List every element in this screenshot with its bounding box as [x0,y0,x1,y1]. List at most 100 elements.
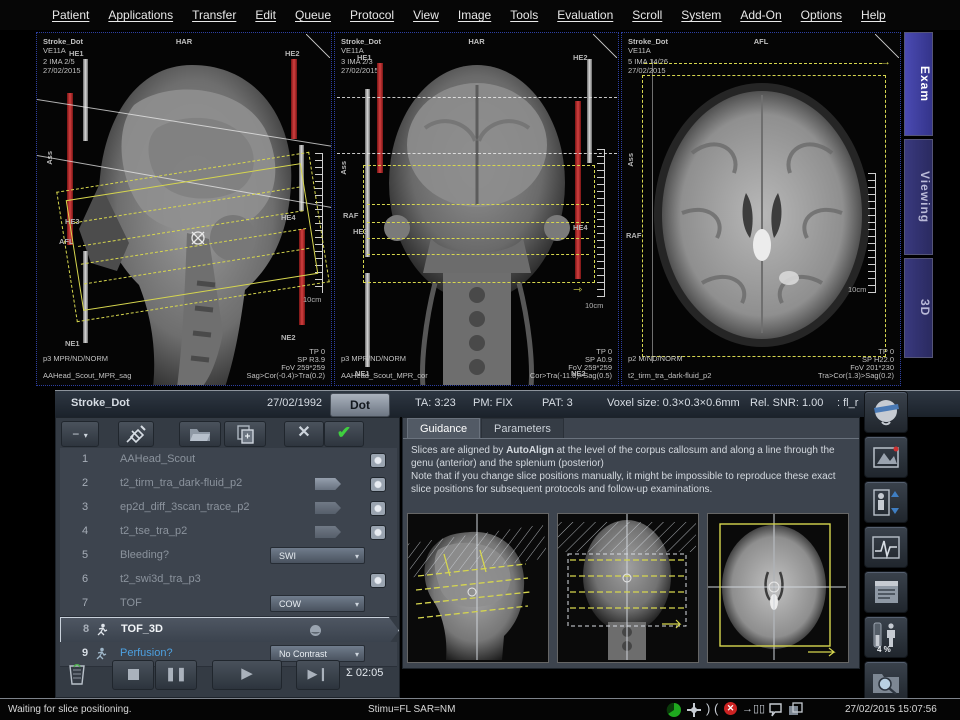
queue-row-5[interactable]: 5 Bleeding? SWI ▾ [60,544,397,569]
coil-label-he1: HE1 [69,49,84,58]
queue-row-1[interactable]: 1 AAHead_Scout [60,448,397,473]
start-measurement-button[interactable]: ▶ [212,660,282,690]
tab-exam[interactable]: Exam [904,32,933,136]
contrast-injection-button[interactable] [118,421,154,447]
menu-scroll[interactable]: Scroll [632,8,662,22]
decision-dropdown[interactable]: SWI ▾ [270,547,365,564]
relative-snr: Rel. SNR: 1.00 [750,397,823,409]
delete-measurement-button[interactable] [62,660,92,688]
pace-arrow-badge[interactable] [315,478,341,490]
decision-name: TOF [120,597,142,609]
physio-display-button[interactable] [864,526,908,568]
dot-engine-button[interactable]: Dot [330,393,390,417]
menu-system[interactable]: System [681,8,721,22]
series-description: AAHead_Scout_MPR_cor [341,371,428,380]
copy-icon [235,424,255,444]
protocol-info-button[interactable] [864,571,908,613]
total-exam-time: Σ 02:05 [346,667,383,679]
confirm-button[interactable]: ✔ [324,421,364,447]
corner-fold-icon[interactable] [306,34,330,58]
patient-reposition-icon [870,486,902,518]
protocol-name: t2_swi3d_tra_p3 [120,573,201,585]
menu-evaluation[interactable]: Evaluation [557,8,613,22]
browse-protocols-button[interactable] [864,661,908,703]
guidance-thumb-coronal[interactable] [557,513,699,663]
image-red-dot-icon [870,441,902,473]
corner-fold-icon[interactable] [593,34,617,58]
slice-tool-dropdown-button[interactable]: − ▾ [61,421,99,447]
transfer-film-icon: →▯▯ [742,702,765,715]
menu-view[interactable]: View [413,8,439,22]
stimulation-status: Stimu=FL SAR=NM [368,704,455,715]
queue-row-8-selected[interactable]: 8 TOF_3D [60,617,399,644]
pause-icon: ❚❚ [165,666,187,681]
minus-icon: − [72,427,79,441]
guidance-thumb-sagittal[interactable] [407,513,549,663]
pat-factor: PAT: 3 [542,397,573,409]
menu-bar: Patient Applications Transfer Edit Queue… [0,0,960,30]
cancel-button[interactable]: ✕ [284,421,324,447]
copy-reference-button[interactable] [224,421,266,447]
menu-options[interactable]: Options [801,8,842,22]
status-bar: Waiting for slice positioning. Stimu=FL … [0,698,960,720]
image-panel-axial[interactable]: Stroke_Dot VE11A 5 IMA 14/26 27/02/2015 … [621,32,901,386]
menu-addon[interactable]: Add-On [740,8,781,22]
chevron-down-icon: ▾ [355,646,359,663]
image-type-text: p3 MPR/ND/NORM [341,354,406,363]
queue-row-7[interactable]: 7 TOF COW ▾ [60,592,397,617]
queue-row-3[interactable]: 3 ep2d_diff_3scan_trace_p2 [60,496,397,521]
tab-3d[interactable]: 3D [904,258,933,358]
head-coil-button[interactable] [864,391,908,433]
queue-row-4[interactable]: 4 t2_tse_tra_p2 [60,520,397,545]
queue-row-6[interactable]: 6 t2_swi3d_tra_p3 [60,568,397,593]
menu-transfer[interactable]: Transfer [192,8,236,22]
sequence-name: : fl_r [837,397,858,409]
coil-label-ne1: NE1 [65,339,80,348]
slice-group-box[interactable] [363,165,595,283]
menu-protocol[interactable]: Protocol [350,8,394,22]
menu-help[interactable]: Help [861,8,886,22]
patient-reposition-button[interactable] [864,481,908,523]
protocol-name: AAHead_Scout [120,453,195,465]
queue-row-2[interactable]: 2 t2_tirm_tra_dark-fluid_p2 [60,472,397,497]
physio-curve-icon [870,531,902,563]
tab-viewing[interactable]: Viewing [904,139,933,255]
menu-edit[interactable]: Edit [255,8,276,22]
crosshair-icon[interactable] [189,229,207,247]
slice-fov-box[interactable] [642,75,886,357]
stop-button[interactable] [112,660,154,690]
guidance-thumb-axial[interactable] [707,513,849,663]
pace-arrow-badge[interactable] [315,526,341,538]
pace-arrow-badge[interactable] [315,502,341,514]
syringe-icon [125,424,147,444]
image-number: 5 IMA 14/26 [628,57,668,66]
sar-monitor-button[interactable]: 4 % [864,616,908,658]
progress-pie-icon [666,702,682,718]
image-panel-coronal[interactable]: Stroke_Dot VE11A 3 IMA 2/3 27/02/2015 HA… [334,32,619,386]
open-protocol-button[interactable] [179,421,221,447]
software-version: VE11A [628,46,651,55]
scale-label: 10cm [303,295,321,304]
image-display-button[interactable] [864,436,908,478]
slice-position-line [644,63,882,64]
chevron-down-icon: ▾ [355,548,359,565]
menu-image[interactable]: Image [458,8,491,22]
tab-parameters[interactable]: Parameters [481,418,564,439]
pause-button[interactable]: ❚❚ [155,660,197,690]
coil-bar-red [377,63,383,173]
decision-dropdown[interactable]: COW ▾ [270,595,365,612]
menu-tools[interactable]: Tools [510,8,538,22]
skip-to-end-button[interactable]: ▶❙ [296,660,340,690]
image-panel-sagittal[interactable]: Stroke_Dot VE11A 2 IMA 2/5 27/02/2015 HA… [36,32,332,386]
system-datetime: 27/02/2015 15:07:56 [845,704,937,715]
menu-queue[interactable]: Queue [295,8,331,22]
menu-applications[interactable]: Applications [108,8,173,22]
folder-open-icon [189,425,211,443]
error-x-icon: ✕ [724,702,737,715]
row-number: 9 [82,647,88,659]
tab-guidance[interactable]: Guidance [407,418,480,439]
corner-fold-icon[interactable] [875,34,899,58]
row-number: 5 [82,549,88,561]
menu-patient[interactable]: Patient [52,8,89,22]
archive-icon [788,702,803,717]
